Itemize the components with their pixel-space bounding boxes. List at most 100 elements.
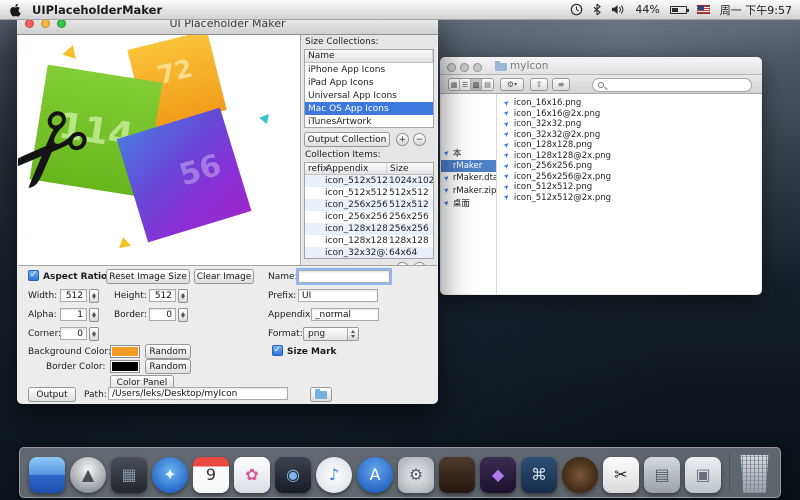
dock-icon[interactable]: ◆ bbox=[480, 457, 516, 493]
dock-icon[interactable]: ⌘ bbox=[521, 457, 557, 493]
background-color-swatch[interactable] bbox=[110, 345, 140, 358]
file-row[interactable]: ➤ icon_512x512.png bbox=[498, 182, 761, 193]
dock-icon[interactable]: ✂ bbox=[603, 457, 639, 493]
file-row[interactable]: ➤ icon_128x128@2x.png bbox=[498, 151, 761, 162]
file-row[interactable]: ➤ icon_128x128.png bbox=[498, 140, 761, 151]
size-collection-row[interactable]: iPhone App Icons bbox=[305, 63, 433, 76]
corner-field[interactable]: 0 bbox=[60, 327, 87, 340]
file-row[interactable]: ➤ icon_32x32.png bbox=[498, 119, 761, 130]
dock-icon[interactable]: ▦ bbox=[111, 457, 147, 493]
battery-icon[interactable] bbox=[670, 6, 687, 14]
dock-icon[interactable]: A bbox=[357, 457, 393, 493]
finder-titlebar[interactable]: myIcon bbox=[440, 57, 762, 75]
collection-item-row[interactable]: icon_128x128@2x 256x256 bbox=[305, 223, 433, 235]
share-button[interactable]: ⇧ bbox=[530, 78, 548, 91]
finder-column-item[interactable]: ➤ rMaker.zip bbox=[441, 185, 496, 198]
dock-icon[interactable]: ✦ bbox=[152, 457, 188, 493]
finder-zoom-button[interactable] bbox=[473, 63, 482, 72]
height-field[interactable]: 512 bbox=[149, 289, 176, 302]
prefix-field[interactable] bbox=[298, 289, 378, 302]
choose-path-button[interactable] bbox=[310, 387, 332, 402]
dock-icon[interactable]: 9 bbox=[193, 457, 229, 493]
dock-icon[interactable]: ♪ bbox=[316, 457, 352, 493]
format-dropdown[interactable]: png bbox=[303, 327, 359, 341]
width-field[interactable]: 512 bbox=[60, 289, 87, 302]
size-collections-header[interactable]: Name bbox=[305, 50, 433, 63]
finder-column-item[interactable]: ➤ 本 bbox=[441, 147, 496, 160]
dock-icon[interactable] bbox=[562, 457, 598, 493]
remove-collection-button[interactable]: − bbox=[413, 133, 426, 146]
name-field[interactable] bbox=[298, 270, 390, 283]
dock-icon[interactable]: ✿ bbox=[234, 457, 270, 493]
appendix-field[interactable] bbox=[311, 308, 379, 321]
collection-item-row[interactable]: icon_512x512 512x512 bbox=[305, 187, 433, 199]
border-random-button[interactable]: Random bbox=[145, 359, 191, 374]
apple-menu-icon[interactable] bbox=[10, 3, 22, 17]
output-button[interactable]: Output bbox=[28, 387, 76, 402]
background-random-button[interactable]: Random bbox=[145, 344, 191, 359]
search-input[interactable] bbox=[607, 79, 746, 91]
finder-close-button[interactable] bbox=[447, 63, 456, 72]
border-stepper[interactable] bbox=[178, 308, 188, 322]
column-view-icon[interactable]: ▥ bbox=[471, 79, 482, 90]
column-header-prefix[interactable]: refix bbox=[305, 163, 323, 174]
file-row[interactable]: ➤ icon_16x16.png bbox=[498, 98, 761, 109]
coverflow-view-icon[interactable]: ▤ bbox=[482, 79, 493, 90]
path-field[interactable] bbox=[108, 387, 288, 400]
size-collection-row[interactable]: Mac OS App Icons bbox=[305, 102, 433, 115]
finder-column-item[interactable]: ➤ rMaker.dtapi bbox=[441, 172, 496, 185]
collection-item-row[interactable]: icon_128x128 128x128 bbox=[305, 235, 433, 247]
corner-stepper[interactable] bbox=[89, 327, 99, 341]
icon-view-icon[interactable]: ▦ bbox=[449, 79, 460, 90]
column-header-appendix[interactable]: Appendix bbox=[323, 163, 387, 174]
time-machine-icon[interactable] bbox=[570, 3, 583, 16]
menubar-clock[interactable]: 周一 下午9:57 bbox=[720, 2, 792, 18]
collection-item-row[interactable]: icon_256x256@2x 512x512 bbox=[305, 199, 433, 211]
size-collection-row[interactable]: iPad App Icons bbox=[305, 76, 433, 89]
file-row[interactable]: ➤ icon_256x256@2x.png bbox=[498, 172, 761, 183]
list-view-icon[interactable]: ☰ bbox=[460, 79, 471, 90]
collection-item-row[interactable]: icon_32x32@2x 64x64 bbox=[305, 247, 433, 259]
image-preview-canvas[interactable]: 72 114 56 ✂ bbox=[18, 35, 300, 265]
arrange-button[interactable]: ≡ bbox=[552, 78, 570, 91]
clear-image-button[interactable]: Clear Image bbox=[194, 269, 254, 284]
volume-icon[interactable] bbox=[611, 4, 625, 15]
finder-search-field[interactable] bbox=[592, 78, 752, 92]
dock-icon[interactable] bbox=[439, 457, 475, 493]
add-collection-button[interactable]: + bbox=[396, 133, 409, 146]
finder-column-item[interactable]: ➤ 桌面 bbox=[441, 197, 496, 210]
height-stepper[interactable] bbox=[178, 289, 188, 303]
size-collection-row[interactable]: iTunesArtwork bbox=[305, 115, 433, 128]
collection-item-row[interactable]: icon_512x512@2x 1024x1024 bbox=[305, 175, 433, 187]
dock-icon[interactable]: ▣ bbox=[685, 457, 721, 493]
reset-image-size-button[interactable]: Reset Image Size bbox=[106, 269, 190, 284]
dock-icon[interactable]: ◉ bbox=[275, 457, 311, 493]
file-row[interactable]: ➤ icon_512x512@2x.png bbox=[498, 193, 761, 204]
alpha-field[interactable]: 1 bbox=[60, 308, 87, 321]
finder-column-item[interactable]: ➤ rMaker bbox=[441, 160, 496, 173]
collection-items-header[interactable]: refix Appendix Size bbox=[305, 163, 433, 175]
dock-icon[interactable]: ⚙ bbox=[398, 457, 434, 493]
file-row[interactable]: ➤ icon_256x256.png bbox=[498, 161, 761, 172]
dock-icon[interactable] bbox=[29, 457, 65, 493]
dock-icon[interactable]: ▲ bbox=[70, 457, 106, 493]
bluetooth-icon[interactable] bbox=[593, 3, 601, 16]
column-header-name[interactable]: Name bbox=[305, 50, 433, 62]
width-stepper[interactable] bbox=[89, 289, 99, 303]
action-gear-button[interactable]: ⚙▾ bbox=[500, 78, 524, 91]
size-collection-row[interactable]: Universal App Icons bbox=[305, 89, 433, 102]
collection-item-row[interactable]: icon_256x256 256x256 bbox=[305, 211, 433, 223]
view-mode-segmented-control[interactable]: ▦ ☰ ▥ ▤ bbox=[448, 78, 494, 91]
finder-minimize-button[interactable] bbox=[460, 63, 469, 72]
folder-proxy-icon[interactable] bbox=[495, 63, 507, 71]
aspect-ratio-checkbox[interactable]: ✓ bbox=[28, 270, 39, 281]
column-header-size[interactable]: Size bbox=[387, 163, 431, 174]
trash-icon[interactable] bbox=[738, 455, 771, 493]
menubar-app-name[interactable]: UIPlaceholderMaker bbox=[32, 3, 162, 17]
border-color-swatch[interactable] bbox=[110, 360, 140, 373]
alpha-stepper[interactable] bbox=[89, 308, 99, 322]
dock-icon[interactable]: ▤ bbox=[644, 457, 680, 493]
output-collection-button[interactable]: Output Collection bbox=[304, 132, 390, 147]
input-source-flag-icon[interactable] bbox=[697, 5, 710, 14]
file-row[interactable]: ➤ icon_32x32@2x.png bbox=[498, 130, 761, 141]
